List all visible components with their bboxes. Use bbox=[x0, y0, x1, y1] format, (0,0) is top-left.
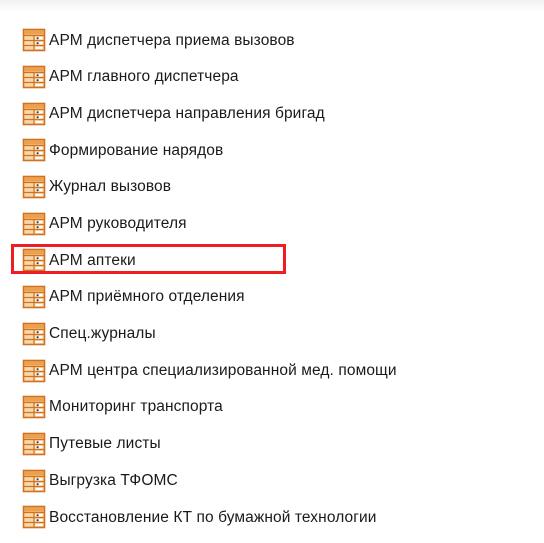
menu-item[interactable]: Формирование нарядов bbox=[22, 132, 544, 169]
menu-item-label: Формирование нарядов bbox=[49, 141, 224, 159]
menu-item[interactable]: Спец.журналы bbox=[22, 316, 544, 353]
module-window-icon bbox=[22, 28, 46, 52]
menu-item-label: АРМ руководителя bbox=[49, 215, 187, 233]
module-window-icon bbox=[22, 432, 46, 456]
menu-item-label: Мониторинг транспорта bbox=[49, 398, 223, 416]
menu-item-label: Выгрузка ТФОМС bbox=[49, 471, 178, 489]
module-window-icon bbox=[22, 138, 46, 162]
menu-item-label: Спец.журналы bbox=[49, 325, 156, 343]
menu-item[interactable]: АРМ центра специализированной мед. помощ… bbox=[22, 352, 544, 389]
module-window-icon bbox=[22, 322, 46, 346]
module-window-icon bbox=[22, 285, 46, 309]
menu-item[interactable]: Мониторинг транспорта bbox=[22, 389, 544, 426]
module-window-icon bbox=[22, 505, 46, 529]
menu-item-label: АРМ аптеки bbox=[49, 251, 136, 269]
menu-item-label: АРМ главного диспетчера bbox=[49, 68, 239, 86]
menu-item-label: АРМ центра специализированной мед. помощ… bbox=[49, 361, 397, 379]
menu-item[interactable]: АРМ главного диспетчера bbox=[22, 59, 544, 96]
menu-item[interactable]: АРМ руководителя bbox=[22, 205, 544, 242]
module-window-icon bbox=[22, 175, 46, 199]
menu-item-label: АРМ диспетчера приема вызовов bbox=[49, 31, 295, 49]
module-window-icon bbox=[22, 359, 46, 383]
module-window-icon bbox=[22, 102, 46, 126]
menu-item[interactable]: АРМ диспетчера направления бригад bbox=[22, 95, 544, 132]
menu-item-label: Журнал вызовов bbox=[49, 178, 172, 196]
menu-item-label: АРМ диспетчера направления бригад bbox=[49, 104, 325, 122]
menu-item-label: Путевые листы bbox=[49, 435, 161, 453]
module-window-icon bbox=[22, 469, 46, 493]
menu-item[interactable]: АРМ приёмного отделения bbox=[22, 279, 544, 316]
module-window-icon bbox=[22, 65, 46, 89]
menu-item[interactable]: АРМ диспетчера приема вызовов bbox=[22, 22, 544, 59]
menu-item[interactable]: Путевые листы bbox=[22, 426, 544, 463]
menu-item-highlighted[interactable]: АРМ аптеки bbox=[11, 242, 544, 279]
menu-item-label: АРМ приёмного отделения bbox=[49, 288, 245, 306]
module-window-icon bbox=[22, 395, 46, 419]
menu-item[interactable]: Выгрузка ТФОМС bbox=[22, 462, 544, 499]
menu-item[interactable]: Журнал вызовов bbox=[22, 169, 544, 206]
module-menu: АРМ диспетчера приема вызовов АРМ главно… bbox=[11, 22, 544, 536]
module-window-icon bbox=[22, 212, 46, 236]
menu-item-label: Восстановление КТ по бумажной технологии bbox=[49, 508, 377, 526]
top-edge bbox=[0, 0, 544, 12]
menu-item[interactable]: Восстановление КТ по бумажной технологии bbox=[22, 499, 544, 536]
module-window-icon bbox=[22, 248, 46, 272]
